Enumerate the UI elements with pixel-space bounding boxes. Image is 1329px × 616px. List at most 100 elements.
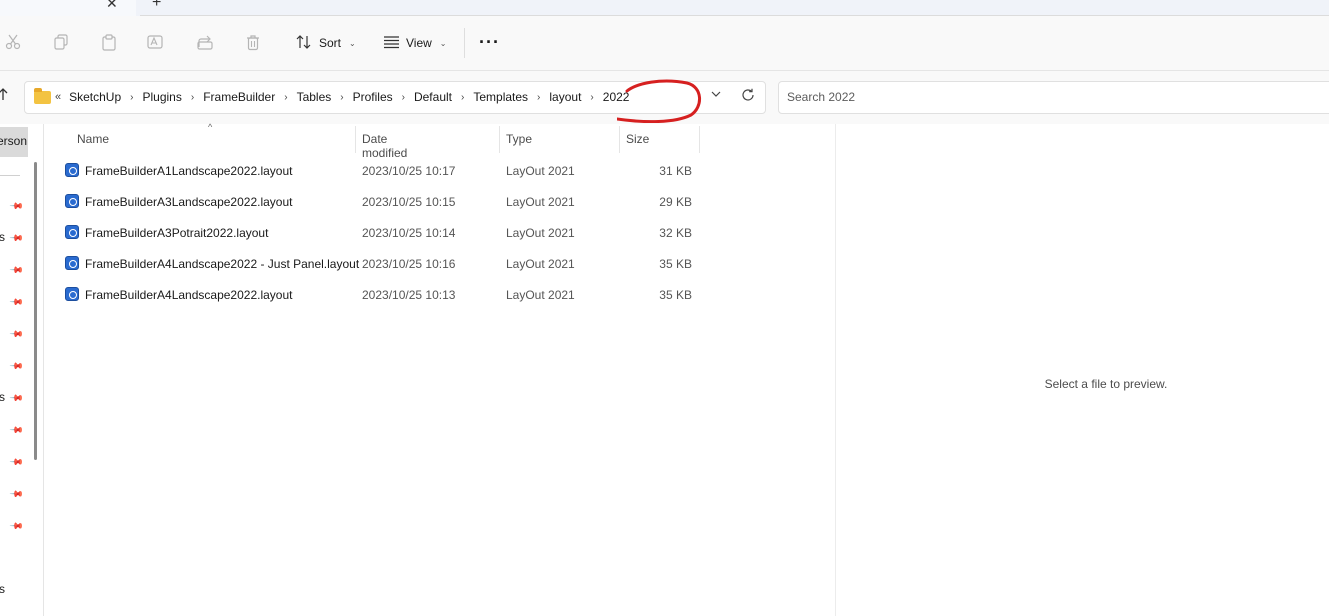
chevron-down-icon: ⌄ bbox=[349, 38, 356, 48]
column-header-date[interactable]: Date modified bbox=[362, 132, 407, 160]
breadcrumb-item[interactable]: SketchUp bbox=[69, 90, 121, 104]
view-icon bbox=[383, 35, 400, 52]
breadcrumb-separator-icon[interactable]: › bbox=[284, 92, 287, 103]
rename-icon[interactable] bbox=[146, 32, 166, 52]
breadcrumb-separator-icon[interactable]: › bbox=[340, 92, 343, 103]
breadcrumb-item[interactable]: layout bbox=[549, 90, 581, 104]
command-bar: Sort ⌄ View ⌄ ··· bbox=[0, 16, 1329, 71]
nav-item-label[interactable]: s bbox=[0, 230, 5, 244]
file-row[interactable]: FrameBuilderA3Potrait2022.layout 2023/10… bbox=[61, 219, 701, 245]
file-type: LayOut 2021 bbox=[506, 226, 575, 240]
file-size: 29 KB bbox=[659, 195, 692, 209]
pin-icon[interactable]: 📌 bbox=[9, 455, 24, 471]
copy-icon[interactable] bbox=[51, 32, 71, 52]
pin-icon[interactable]: 📌 bbox=[9, 359, 24, 375]
file-row[interactable]: FrameBuilderA3Landscape2022.layout 2023/… bbox=[61, 188, 701, 214]
view-label: View bbox=[406, 36, 432, 50]
breadcrumb-separator-icon[interactable]: › bbox=[590, 92, 593, 103]
more-options-button[interactable]: ··· bbox=[479, 32, 500, 53]
folder-icon bbox=[34, 88, 51, 104]
breadcrumb-separator-icon[interactable]: › bbox=[537, 92, 540, 103]
file-name: FrameBuilderA4Landscape2022 - Just Panel… bbox=[85, 257, 360, 271]
pin-icon[interactable]: 📌 bbox=[9, 391, 24, 407]
pin-icon[interactable]: 📌 bbox=[9, 487, 24, 503]
pin-icon[interactable]: 📌 bbox=[9, 519, 24, 535]
paste-icon[interactable] bbox=[99, 32, 119, 52]
pin-icon[interactable]: 📌 bbox=[9, 199, 24, 215]
toolbar-divider bbox=[464, 28, 465, 58]
breadcrumb-separator-icon[interactable]: › bbox=[461, 92, 464, 103]
breadcrumb-separator-icon[interactable]: › bbox=[191, 92, 194, 103]
layout-file-icon bbox=[65, 256, 79, 270]
delete-icon[interactable] bbox=[243, 32, 263, 52]
breadcrumb-item[interactable]: Tables bbox=[297, 90, 332, 104]
up-arrow-icon[interactable] bbox=[0, 87, 8, 105]
file-type: LayOut 2021 bbox=[506, 164, 575, 178]
column-divider[interactable] bbox=[499, 126, 500, 153]
file-size: 35 KB bbox=[659, 288, 692, 302]
pin-icon[interactable]: 📌 bbox=[9, 327, 24, 343]
file-date: 2023/10/25 10:13 bbox=[362, 288, 456, 302]
breadcrumb-separator-icon[interactable]: › bbox=[130, 92, 133, 103]
search-box[interactable] bbox=[778, 81, 1329, 114]
navigation-pane: erson 📌 📌 📌 📌 📌 📌 📌 📌 📌 📌 📌 s s s bbox=[0, 124, 44, 616]
refresh-icon[interactable] bbox=[741, 88, 755, 105]
file-row[interactable]: FrameBuilderA4Landscape2022.layout 2023/… bbox=[61, 281, 701, 307]
file-date: 2023/10/25 10:17 bbox=[362, 164, 456, 178]
breadcrumb-item[interactable]: Profiles bbox=[353, 90, 393, 104]
nav-item-label[interactable]: s bbox=[0, 582, 5, 596]
share-icon[interactable] bbox=[195, 32, 215, 52]
nav-divider bbox=[0, 175, 20, 176]
breadcrumb-item[interactable]: Default bbox=[414, 90, 452, 104]
layout-file-icon bbox=[65, 225, 79, 239]
tab-strip: ✕ + bbox=[0, 0, 1329, 16]
sort-icon bbox=[295, 34, 313, 53]
breadcrumb: « SketchUp › Plugins › FrameBuilder › Ta… bbox=[55, 90, 629, 104]
chevron-down-icon[interactable] bbox=[711, 90, 721, 101]
nav-item-label[interactable]: s bbox=[0, 390, 5, 404]
cut-icon[interactable] bbox=[3, 32, 23, 52]
sort-label: Sort bbox=[319, 36, 342, 50]
pin-icon[interactable]: 📌 bbox=[9, 423, 24, 439]
search-input[interactable] bbox=[787, 90, 1187, 104]
pin-icon[interactable]: 📌 bbox=[9, 295, 24, 311]
file-name: FrameBuilderA3Landscape2022.layout bbox=[85, 195, 293, 209]
column-header-size[interactable]: Size bbox=[626, 132, 649, 146]
file-type: LayOut 2021 bbox=[506, 257, 575, 271]
address-row: « SketchUp › Plugins › FrameBuilder › Ta… bbox=[0, 71, 1329, 124]
breadcrumb-item[interactable]: FrameBuilder bbox=[203, 90, 275, 104]
nav-item-label: erson bbox=[0, 134, 28, 148]
layout-file-icon bbox=[65, 194, 79, 208]
chevron-down-icon: ⌄ bbox=[439, 38, 447, 48]
file-row[interactable]: FrameBuilderA4Landscape2022 - Just Panel… bbox=[61, 250, 701, 276]
column-divider[interactable] bbox=[619, 126, 620, 153]
file-type: LayOut 2021 bbox=[506, 288, 575, 302]
breadcrumb-separator-icon[interactable]: › bbox=[402, 92, 405, 103]
nav-scrollbar[interactable] bbox=[34, 162, 37, 460]
address-bar[interactable]: « SketchUp › Plugins › FrameBuilder › Ta… bbox=[24, 79, 766, 123]
file-row[interactable]: FrameBuilderA1Landscape2022.layout 2023/… bbox=[61, 157, 701, 183]
sort-button[interactable]: Sort ⌄ bbox=[295, 32, 356, 54]
file-size: 35 KB bbox=[659, 257, 692, 271]
file-list: ^ Name Date modified Type Size FrameBuil… bbox=[45, 122, 835, 616]
column-divider[interactable] bbox=[699, 126, 700, 153]
layout-file-icon bbox=[65, 287, 79, 301]
breadcrumb-item[interactable]: Templates bbox=[473, 90, 528, 104]
close-tab-icon[interactable]: ✕ bbox=[106, 0, 118, 12]
pin-icon[interactable]: 📌 bbox=[9, 231, 24, 247]
file-name: FrameBuilderA4Landscape2022.layout bbox=[85, 288, 293, 302]
file-size: 31 KB bbox=[659, 164, 692, 178]
sort-ascending-icon: ^ bbox=[208, 122, 213, 132]
new-tab-icon[interactable]: + bbox=[152, 0, 161, 12]
view-button[interactable]: View ⌄ bbox=[383, 32, 447, 54]
pin-icon[interactable]: 📌 bbox=[9, 263, 24, 279]
column-header-type[interactable]: Type bbox=[506, 132, 532, 146]
file-size: 32 KB bbox=[659, 226, 692, 240]
active-tab[interactable]: ✕ bbox=[0, 0, 136, 16]
file-name: FrameBuilderA3Potrait2022.layout bbox=[85, 226, 269, 240]
preview-message: Select a file to preview. bbox=[1044, 377, 1168, 391]
column-header-name[interactable]: Name bbox=[77, 132, 109, 146]
overflow-chevron-icon[interactable]: « bbox=[55, 91, 61, 103]
column-divider[interactable] bbox=[355, 126, 356, 153]
breadcrumb-item[interactable]: Plugins bbox=[143, 90, 182, 104]
